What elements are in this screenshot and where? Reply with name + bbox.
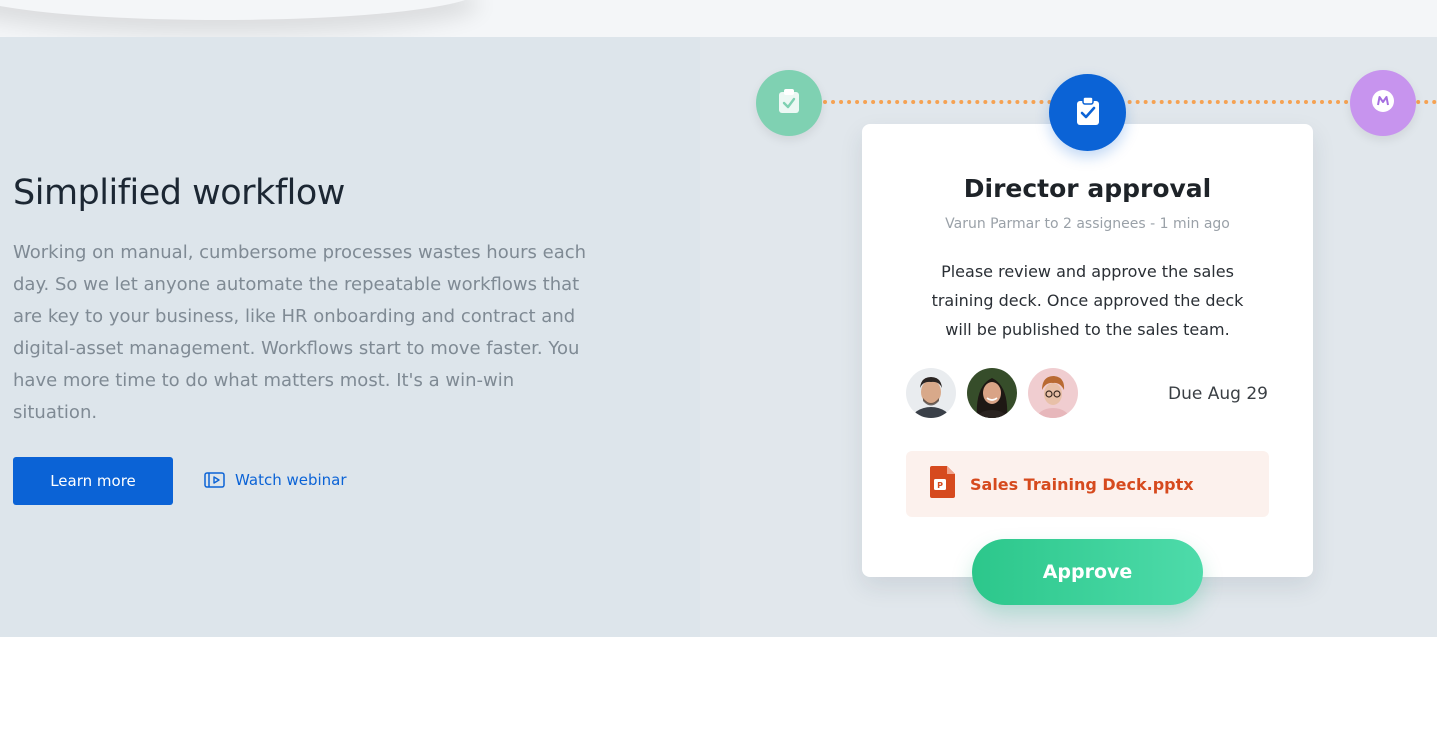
attachment-name: Sales Training Deck.pptx [970,474,1194,494]
top-strip [0,0,1437,37]
m-logo-icon [1371,89,1395,117]
svg-text:P: P [937,481,943,490]
clipboard-check-icon [777,88,801,118]
avatar[interactable] [906,368,956,418]
card-meta: Varun Parmar to 2 assignees - 1 min ago [945,216,1230,232]
avatar[interactable] [1028,368,1078,418]
learn-more-button[interactable]: Learn more [13,457,173,505]
watch-webinar-link[interactable]: Watch webinar [204,471,347,489]
due-date: Due Aug 29 [1168,384,1268,404]
card-title: Director approval [963,174,1212,203]
workflow-section: Simplified workflow Working on manual, c… [0,37,1437,637]
watch-webinar-label: Watch webinar [235,471,347,489]
workflow-step-current[interactable] [1049,74,1126,151]
video-play-icon [204,472,225,488]
card-message: Please review and approve the sales trai… [931,262,1244,339]
approval-card: Director approval Varun Parmar to 2 assi… [862,124,1313,577]
section-description: Working on manual, cumbersome processes … [13,242,587,423]
section-title: Simplified workflow [13,173,345,213]
clipboard-check-icon [1075,95,1101,130]
header-shadow [0,0,480,20]
workflow-step-next[interactable] [1350,70,1416,136]
assignee-avatars [906,368,1078,418]
attachment-file[interactable]: P Sales Training Deck.pptx [906,451,1269,517]
powerpoint-file-icon: P [928,465,956,503]
page-bottom-area [0,637,1437,740]
avatar[interactable] [967,368,1017,418]
approve-button[interactable]: Approve [972,539,1203,605]
workflow-connector-line [815,100,1437,104]
workflow-step-completed[interactable] [756,70,822,136]
